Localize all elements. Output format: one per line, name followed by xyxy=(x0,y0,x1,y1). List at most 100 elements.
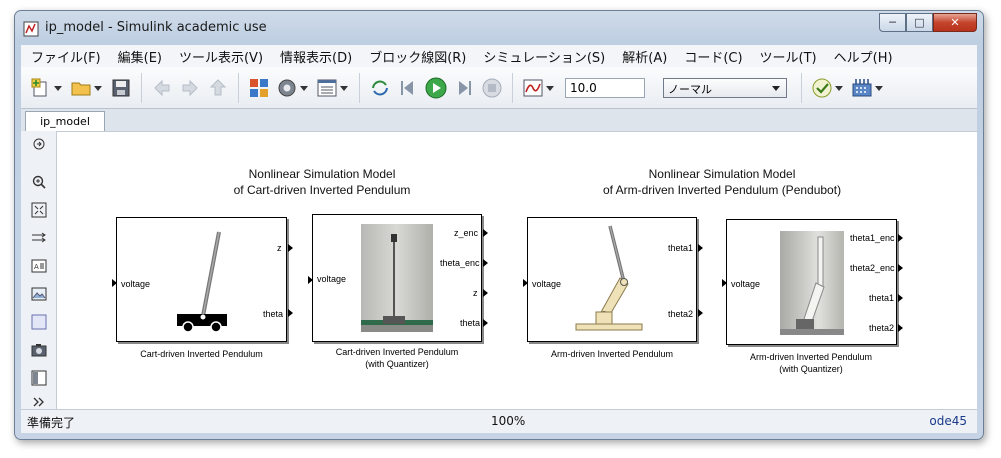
annotation-pendubot-line2: of Arm-driven Inverted Pendulum (Pendubo… xyxy=(602,183,842,197)
block-label-line2: (with Quantizer) xyxy=(365,359,429,369)
arrow-left-icon xyxy=(154,79,170,96)
model-browser-button[interactable] xyxy=(30,369,48,387)
menu-file[interactable]: ファイル(F) xyxy=(31,47,101,66)
stop-time-input[interactable]: 10.0 xyxy=(565,77,645,98)
simulation-mode-select[interactable]: ノーマル xyxy=(663,77,787,98)
output-port-theta2: theta2 xyxy=(668,309,694,319)
new-model-icon xyxy=(31,78,47,96)
step-forward-icon xyxy=(459,80,471,95)
screenshot-button[interactable] xyxy=(30,341,48,359)
update-diagram-button[interactable] xyxy=(368,76,392,100)
menu-code[interactable]: コード(C) xyxy=(684,47,742,66)
menu-display[interactable]: 情報表示(D) xyxy=(280,47,352,66)
folder-icon xyxy=(71,82,91,95)
back-button[interactable] xyxy=(150,76,174,100)
model-explorer-button[interactable] xyxy=(315,76,348,100)
output-port-arrow xyxy=(483,229,488,237)
run-button[interactable] xyxy=(424,76,448,100)
model-canvas[interactable]: Nonlinear Simulation Model of Cart-drive… xyxy=(57,131,977,409)
explorer-toggle-icon xyxy=(33,138,45,150)
output-port-theta-enc: theta_enc xyxy=(440,258,480,268)
input-port-voltage: voltage xyxy=(317,274,347,284)
output-port-theta1: theta1 xyxy=(869,293,895,303)
output-port-theta: theta xyxy=(263,309,284,319)
output-port-arrow xyxy=(698,309,703,317)
build-icon xyxy=(852,78,872,96)
model-settings-button[interactable] xyxy=(275,76,308,100)
close-button[interactable]: ✕ xyxy=(933,13,977,32)
arrow-right-icon xyxy=(182,79,198,96)
gear-icon xyxy=(278,79,296,96)
image-icon xyxy=(31,287,47,301)
zoom-level: 100% xyxy=(491,414,526,428)
solver-link[interactable]: ode45 xyxy=(929,414,967,428)
output-port-arrow xyxy=(898,324,903,332)
minimize-button[interactable]: ─ xyxy=(879,13,906,32)
menu-tools[interactable]: ツール(T) xyxy=(760,47,817,66)
output-port-arrow xyxy=(288,309,293,317)
forward-button[interactable] xyxy=(178,76,202,100)
toolbar-separator xyxy=(359,72,360,103)
output-port-arrow xyxy=(483,289,488,297)
library-browser-button[interactable] xyxy=(247,76,271,100)
output-port-z: z xyxy=(277,243,282,253)
input-port-arrow xyxy=(112,279,117,287)
refresh-icon xyxy=(372,80,388,95)
area-icon xyxy=(31,314,47,330)
step-back-icon xyxy=(401,80,413,95)
data-inspector-button[interactable] xyxy=(521,76,554,100)
stop-button[interactable] xyxy=(480,76,504,100)
maximize-button[interactable]: □ xyxy=(906,13,933,32)
fit-to-view-button[interactable] xyxy=(30,201,48,219)
svg-text:A: A xyxy=(34,263,39,271)
hide-explorer-button[interactable] xyxy=(30,135,48,153)
area-button[interactable] xyxy=(30,313,48,331)
output-port-arrow xyxy=(698,244,703,252)
new-model-button[interactable] xyxy=(29,76,62,100)
output-port-theta2-enc: theta2_enc xyxy=(850,263,895,273)
menu-diagram[interactable]: ブロック線図(R) xyxy=(369,47,466,66)
status-text: 準備完了 xyxy=(27,416,76,430)
output-port-z: z xyxy=(473,288,478,298)
open-button[interactable] xyxy=(69,76,102,100)
image-button[interactable] xyxy=(30,285,48,303)
menu-simulation[interactable]: シミュレーション(S) xyxy=(483,47,605,66)
block-label-arm-quantizer: Arm-driven Inverted Pendulum (with Quant… xyxy=(721,351,901,375)
block-label-cart: Cart-driven Inverted Pendulum xyxy=(116,348,287,360)
annotation-icon: A xyxy=(31,259,47,273)
menu-help[interactable]: ヘルプ(H) xyxy=(834,47,893,66)
title-bar[interactable]: ip_model - Simulink academic use ─ □ ✕ xyxy=(15,11,983,45)
output-port-arrow xyxy=(483,259,488,267)
menu-edit[interactable]: 編集(E) xyxy=(118,47,162,66)
output-port-arrow xyxy=(898,234,903,242)
step-back-button[interactable] xyxy=(396,76,420,100)
simulink-app-icon xyxy=(23,21,39,37)
up-button[interactable] xyxy=(206,76,230,100)
output-port-arrow xyxy=(288,244,293,252)
toolbar-separator xyxy=(801,72,802,103)
step-forward-button[interactable] xyxy=(452,76,476,100)
menu-view[interactable]: ツール表示(V) xyxy=(179,47,263,66)
block-label-line2: (with Quantizer) xyxy=(779,364,843,374)
input-port-voltage: voltage xyxy=(532,279,562,289)
save-button[interactable] xyxy=(109,76,133,100)
model-browser-icon xyxy=(31,370,47,386)
zoom-button[interactable] xyxy=(30,173,48,191)
build-button[interactable] xyxy=(850,76,883,100)
camera-icon xyxy=(31,344,47,357)
route-lines-button[interactable] xyxy=(30,229,48,247)
block-label-line1: Cart-driven Inverted Pendulum xyxy=(335,347,459,357)
arrows-icon xyxy=(32,232,46,243)
data-inspector-icon xyxy=(523,79,543,96)
toolbar-separator xyxy=(238,72,239,103)
output-port-theta1: theta1 xyxy=(668,243,694,253)
tab-ip-model[interactable]: ip_model xyxy=(25,111,105,131)
annotation-cart-line2: of Cart-driven Inverted Pendulum xyxy=(233,183,411,197)
model-advisor-button[interactable] xyxy=(810,76,843,100)
menu-analysis[interactable]: 解析(A) xyxy=(622,47,667,66)
annotation-cart-line1: Nonlinear Simulation Model xyxy=(248,167,396,181)
annotation-button[interactable]: A xyxy=(30,257,48,275)
play-icon xyxy=(425,77,447,98)
output-port-arrow xyxy=(483,319,488,327)
input-port-arrow xyxy=(722,279,727,287)
